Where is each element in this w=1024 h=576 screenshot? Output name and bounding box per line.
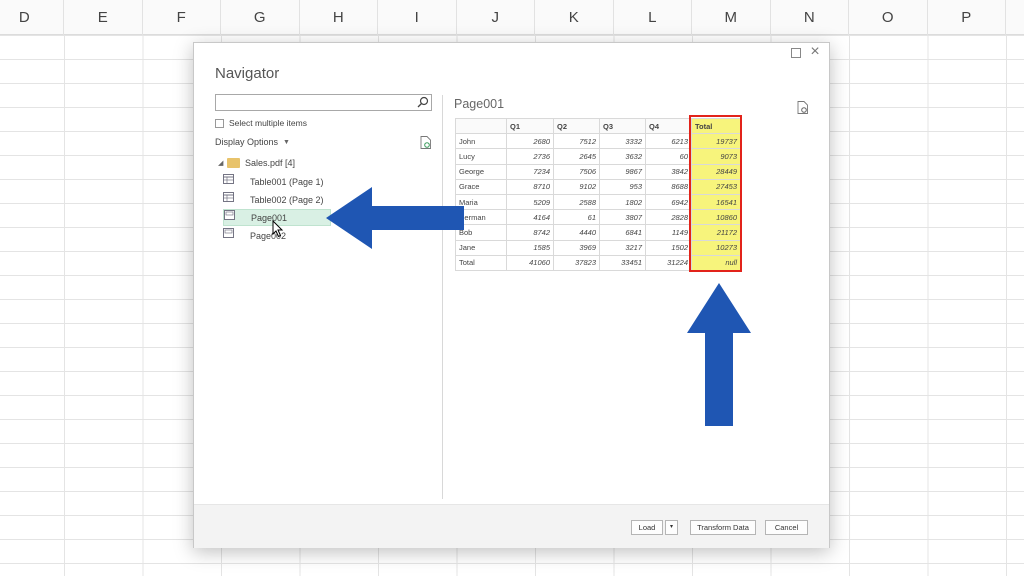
- column-header-row: DEFGHIJKLMNOP: [0, 0, 1024, 35]
- table-cell: Total: [455, 254, 507, 271]
- table-cell: 3842: [645, 163, 692, 180]
- table-cell: 6841: [599, 224, 646, 241]
- select-multiple-row[interactable]: Select multiple items: [215, 117, 307, 129]
- page-icon: [224, 210, 235, 220]
- load-dropdown-button[interactable]: ▾: [665, 520, 678, 535]
- table-cell: 953: [599, 178, 646, 195]
- table-cell: 31224: [645, 254, 692, 271]
- tree-item-label: Table001 (Page 1): [250, 177, 324, 187]
- mouse-cursor-icon: [272, 220, 284, 238]
- refresh-icon[interactable]: [420, 136, 431, 149]
- folder-icon: [227, 158, 240, 168]
- table-cell: 3332: [599, 133, 646, 150]
- column-header-f[interactable]: F: [143, 0, 221, 35]
- column-header-d[interactable]: D: [0, 0, 64, 35]
- table-cell: 9867: [599, 163, 646, 180]
- column-header-n[interactable]: N: [771, 0, 849, 35]
- column-header-m[interactable]: M: [692, 0, 771, 35]
- table-cell: 3807: [599, 209, 646, 226]
- cancel-button[interactable]: Cancel: [765, 520, 808, 535]
- select-multiple-label: Select multiple items: [229, 118, 307, 128]
- table-cell: 4164: [506, 209, 554, 226]
- table-header-cell[interactable]: [455, 117, 507, 135]
- table-cell: 1802: [599, 193, 646, 211]
- search-icon[interactable]: [417, 96, 429, 108]
- table-header-cell[interactable]: Q3: [599, 117, 646, 135]
- table-cell: 1585: [506, 239, 554, 256]
- table-cell: 3632: [599, 148, 646, 165]
- refresh-preview-icon[interactable]: [797, 101, 808, 114]
- table-cell: 60: [645, 148, 692, 165]
- up-arrow-annotation: [687, 283, 751, 426]
- table-cell: 6942: [645, 193, 692, 211]
- table-cell: George: [455, 163, 507, 180]
- collapse-triangle-icon[interactable]: ◢: [218, 159, 223, 167]
- display-options-label: Display Options: [215, 137, 279, 147]
- table-cell: 2588: [553, 193, 600, 211]
- table-header-cell[interactable]: Q4: [645, 117, 692, 135]
- close-icon[interactable]: ×: [807, 43, 823, 61]
- table-cell: 9102: [553, 178, 600, 195]
- table-cell: 6213: [645, 133, 692, 150]
- table-cell: 2680: [506, 133, 554, 150]
- tree-folder-label[interactable]: Sales.pdf [4]: [245, 158, 295, 168]
- search-input[interactable]: [215, 94, 432, 111]
- tree-item-table002[interactable]: Table002 (Page 2): [223, 192, 333, 209]
- pane-divider[interactable]: [442, 95, 443, 499]
- column-header-i[interactable]: I: [378, 0, 457, 35]
- table-cell: 8710: [506, 178, 554, 195]
- table-icon: [223, 174, 234, 184]
- table-cell: 33451: [599, 254, 646, 271]
- column-header-o[interactable]: O: [849, 0, 928, 35]
- tree-item-table001[interactable]: Table001 (Page 1): [223, 174, 333, 191]
- column-header-h[interactable]: H: [300, 0, 378, 35]
- table-cell: 3217: [599, 239, 646, 256]
- load-button[interactable]: Load: [631, 520, 663, 535]
- select-multiple-checkbox[interactable]: [215, 118, 224, 128]
- table-cell: John: [455, 133, 507, 150]
- display-options-button[interactable]: Display Options ▼: [215, 137, 290, 147]
- dialog-footer: Load ▾ Transform Data Cancel: [194, 504, 829, 548]
- table-header-cell[interactable]: Q1: [506, 117, 554, 135]
- table-cell: 7506: [553, 163, 600, 180]
- tree-item-label: Table002 (Page 2): [250, 195, 324, 205]
- table-cell: 8688: [645, 178, 692, 195]
- column-header-k[interactable]: K: [535, 0, 614, 35]
- table-cell: 41060: [506, 254, 554, 271]
- column-header-g[interactable]: G: [221, 0, 300, 35]
- table-cell: 2828: [645, 209, 692, 226]
- chevron-down-icon: ▼: [283, 138, 290, 146]
- table-cell: 7234: [506, 163, 554, 180]
- table-header-cell[interactable]: Q2: [553, 117, 600, 135]
- left-arrow-annotation: [326, 187, 464, 249]
- table-cell: 2645: [553, 148, 600, 165]
- transform-data-button[interactable]: Transform Data: [690, 520, 756, 535]
- preview-title: Page001: [454, 97, 505, 111]
- table-cell: 37823: [553, 254, 600, 271]
- table-cell: 61: [553, 209, 600, 226]
- column-header-e[interactable]: E: [64, 0, 143, 35]
- column-header-p[interactable]: P: [928, 0, 1006, 35]
- table-cell: 1502: [645, 239, 692, 256]
- column-header-j[interactable]: J: [457, 0, 535, 35]
- table-cell: 5209: [506, 193, 554, 211]
- table-cell: 1149: [645, 224, 692, 241]
- table-cell: 7512: [553, 133, 600, 150]
- total-column-highlight: [689, 115, 742, 272]
- page-icon: [223, 228, 234, 238]
- dialog-title: Navigator: [215, 65, 280, 82]
- table-cell: 8742: [506, 224, 554, 241]
- table-cell: Lucy: [455, 148, 507, 165]
- table-cell: 4440: [553, 224, 600, 241]
- table-cell: 2736: [506, 148, 554, 165]
- maximize-icon[interactable]: [791, 48, 801, 58]
- table-icon: [223, 192, 234, 202]
- column-header-l[interactable]: L: [614, 0, 692, 35]
- table-cell: 3969: [553, 239, 600, 256]
